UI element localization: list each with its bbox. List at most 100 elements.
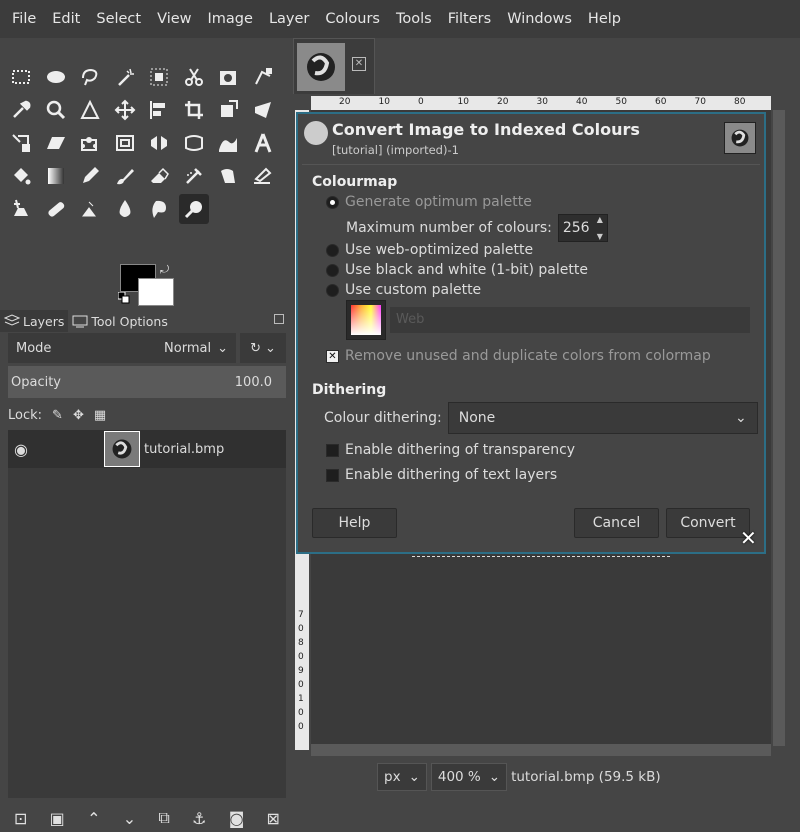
menu-tools[interactable]: Tools <box>388 0 440 38</box>
swap-colors-icon[interactable]: ⤾ <box>160 263 169 277</box>
mode-select[interactable]: Mode Normal ⌄ <box>8 333 236 363</box>
lock-row: Lock: ✎ ✥ ▦ <box>8 404 106 426</box>
handle-transform-icon[interactable] <box>6 128 36 158</box>
free-select-icon[interactable] <box>75 62 105 92</box>
unified-transform-icon[interactable] <box>213 95 243 125</box>
cage-transform-icon[interactable] <box>75 128 105 158</box>
max-colours-label: Maximum number of colours: <box>346 220 552 236</box>
unit-select[interactable]: px ⌄ <box>377 763 427 791</box>
rect-select-icon[interactable] <box>6 62 36 92</box>
new-layer-icon[interactable]: ⊡ <box>14 809 27 828</box>
heal-icon[interactable] <box>41 194 71 224</box>
menu-colours[interactable]: Colours <box>317 0 388 38</box>
anchor-layer-icon[interactable]: ⚓ <box>192 809 206 828</box>
mypaint-brush-icon[interactable] <box>248 161 278 191</box>
chevron-down-icon: ⌄ <box>488 769 501 785</box>
tab-tool-options[interactable]: Tool Options <box>68 310 171 332</box>
lock-pixels-icon[interactable]: ✎ <box>52 408 63 423</box>
zoom-select[interactable]: 400 % ⌄ <box>430 763 508 791</box>
fuzzy-select-icon[interactable] <box>110 62 140 92</box>
radio-custom-palette[interactable]: Use custom palette <box>326 282 481 298</box>
text-icon[interactable] <box>248 128 278 158</box>
menu-filters[interactable]: Filters <box>440 0 499 38</box>
align-icon[interactable] <box>144 95 174 125</box>
perspective-clone-icon[interactable] <box>75 194 105 224</box>
background-color[interactable] <box>138 278 174 306</box>
menu-layer[interactable]: Layer <box>261 0 317 38</box>
lock-position-icon[interactable]: ✥ <box>73 408 84 423</box>
image-tab[interactable]: ✕ <box>293 38 375 94</box>
max-colours-spinner[interactable]: 256 ▲ ▼ <box>557 214 608 242</box>
scissors-icon[interactable] <box>179 62 209 92</box>
colour-dithering-select[interactable]: None ⌄ <box>447 402 758 434</box>
help-button[interactable]: Help <box>312 508 397 538</box>
convert-button[interactable]: Convert <box>666 508 750 538</box>
color-picker-icon[interactable] <box>6 95 36 125</box>
menu-edit[interactable]: Edit <box>44 0 88 38</box>
airbrush-icon[interactable] <box>179 161 209 191</box>
foreground-select-icon[interactable] <box>213 62 243 92</box>
spin-down-icon[interactable]: ▼ <box>597 232 603 241</box>
color-select-icon[interactable] <box>144 62 174 92</box>
delete-layer-icon[interactable]: ⊠ <box>267 809 280 828</box>
cancel-button[interactable]: Cancel <box>574 508 659 538</box>
visibility-eye-icon[interactable]: ◉ <box>14 440 28 459</box>
radio-generate-optimum[interactable]: Generate optimum palette <box>326 194 532 210</box>
vertical-scrollbar[interactable] <box>773 110 785 746</box>
pencil-icon[interactable] <box>75 161 105 191</box>
menu-file[interactable]: File <box>4 0 44 38</box>
measure-icon[interactable] <box>75 95 105 125</box>
clone-icon[interactable] <box>6 194 36 224</box>
ruler-tick-label: 0 <box>418 97 424 107</box>
dock-menu-icon[interactable] <box>274 314 284 324</box>
duplicate-layer-icon[interactable]: ⧉ <box>158 808 169 828</box>
add-mask-icon[interactable]: ◙ <box>229 809 245 828</box>
menu-view[interactable]: View <box>149 0 199 38</box>
path-transform-icon[interactable] <box>179 128 209 158</box>
opacity-label: Opacity <box>11 374 62 390</box>
smudge-icon[interactable] <box>144 194 174 224</box>
radio-black-white[interactable]: Use black and white (1-bit) palette <box>326 262 588 278</box>
gradient-icon[interactable] <box>41 161 71 191</box>
menu-windows[interactable]: Windows <box>499 0 580 38</box>
raise-layer-icon[interactable]: ⌃ <box>87 809 100 828</box>
shear-icon[interactable] <box>41 128 71 158</box>
remove-unused-checkbox[interactable]: ✕ Remove unused and duplicate colors fro… <box>326 348 711 364</box>
bucket-fill-icon[interactable] <box>6 161 36 191</box>
opacity-slider[interactable]: Opacity 100.0 <box>8 366 286 398</box>
layers-icon <box>4 314 20 326</box>
dodge-burn-icon[interactable] <box>178 194 209 224</box>
move-icon[interactable] <box>110 95 140 125</box>
perspective-icon[interactable] <box>110 128 140 158</box>
close-icon[interactable]: ✕ <box>352 57 366 71</box>
radio-web-optimized[interactable]: Use web-optimized palette <box>326 242 533 258</box>
tab-layers[interactable]: Layers <box>0 310 69 332</box>
menu-help[interactable]: Help <box>580 0 629 38</box>
lower-layer-icon[interactable]: ⌄ <box>123 809 136 828</box>
mode-reset-button[interactable]: ↻ ⌄ <box>240 333 286 363</box>
ruler-tick-label: 20 <box>497 97 509 107</box>
warp-icon[interactable] <box>213 128 243 158</box>
warp-transform-icon[interactable] <box>248 95 278 125</box>
zoom-icon[interactable] <box>41 95 71 125</box>
ruler-tick-label: 9 <box>298 666 304 676</box>
ellipse-select-icon[interactable] <box>41 62 71 92</box>
lock-alpha-icon[interactable]: ▦ <box>94 408 106 423</box>
flip-icon[interactable] <box>144 128 174 158</box>
paintbrush-icon[interactable] <box>110 161 140 191</box>
paths-icon[interactable] <box>248 62 278 92</box>
dither-transparency-checkbox[interactable]: Enable dithering of transparency <box>326 442 575 458</box>
layer-row[interactable]: ◉ tutorial.bmp <box>8 430 286 468</box>
new-layer-group-icon[interactable]: ▣ <box>50 809 65 828</box>
menu-image[interactable]: Image <box>200 0 261 38</box>
crop-icon[interactable] <box>179 95 209 125</box>
palette-select-button[interactable] <box>346 300 386 340</box>
blur-icon[interactable] <box>110 194 140 224</box>
spin-up-icon[interactable]: ▲ <box>597 215 603 224</box>
horizontal-scrollbar[interactable] <box>311 744 771 756</box>
ink-icon[interactable] <box>213 161 243 191</box>
reset-colors-icon[interactable] <box>118 292 130 304</box>
dither-text-checkbox[interactable]: Enable dithering of text layers <box>326 467 557 483</box>
menu-select[interactable]: Select <box>88 0 149 38</box>
eraser-icon[interactable] <box>144 161 174 191</box>
